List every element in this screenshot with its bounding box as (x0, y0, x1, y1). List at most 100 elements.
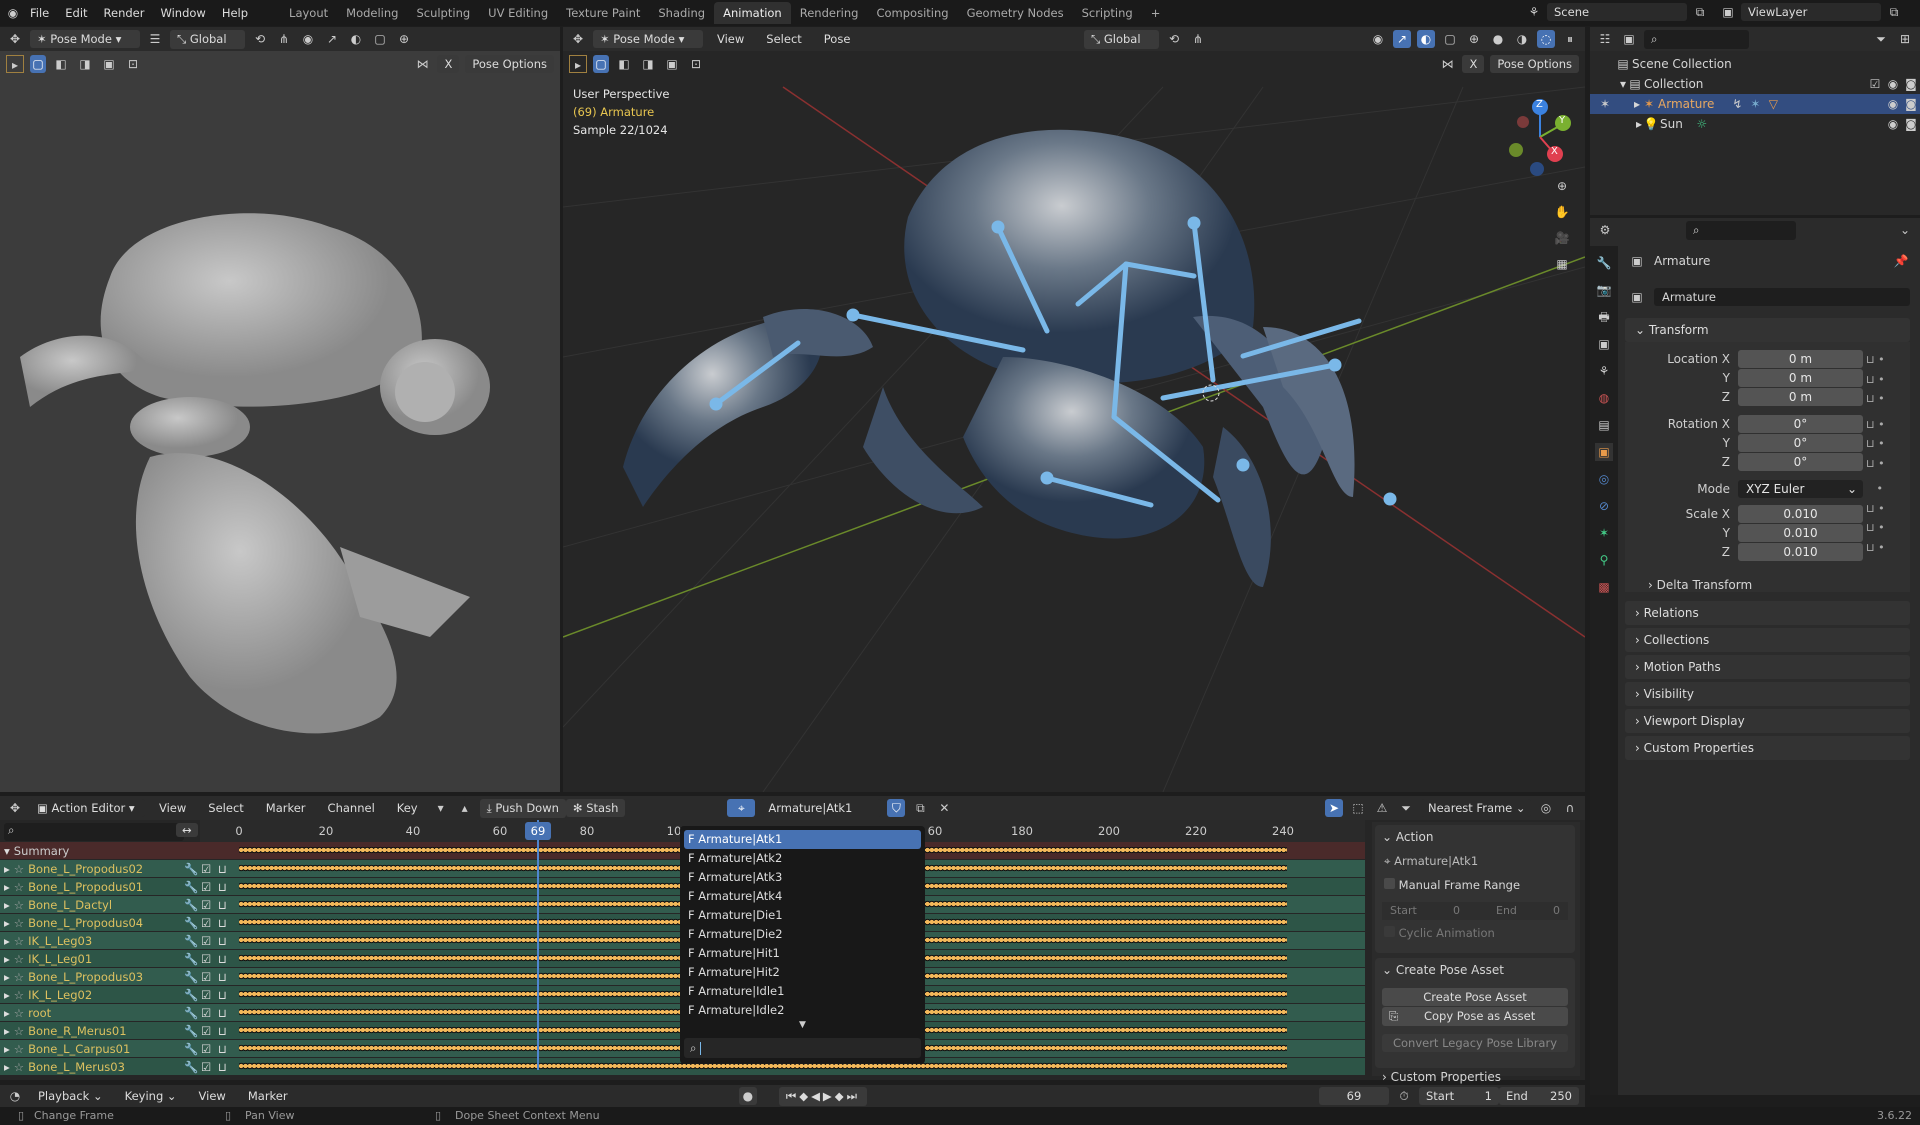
view-layer-selector[interactable]: ViewLayer (1741, 3, 1881, 21)
copy-view-layer-icon[interactable]: ⧉ (1885, 3, 1903, 21)
camera-view-icon[interactable]: 🎥 (1553, 229, 1571, 247)
select-subtract-icon[interactable]: ◨ (639, 55, 657, 73)
options-chevron-icon[interactable]: ⌄ (1896, 221, 1914, 239)
lock-icon[interactable]: ⊔ • (1866, 538, 1906, 558)
menu-pose[interactable]: Pose (816, 32, 859, 46)
mute-checkbox-icon[interactable]: ☑ (201, 898, 218, 912)
scene-selector[interactable]: Scene (1547, 3, 1687, 21)
scroll-down-arrow-icon[interactable]: ▼ (684, 1020, 921, 1030)
action-name-field[interactable]: Armature|Atk1 (761, 799, 882, 817)
menu-select[interactable]: Select (758, 32, 809, 46)
properties-search-input[interactable]: ⌕ (1686, 220, 1796, 240)
lock-icon[interactable]: ⊔ (218, 1042, 235, 1056)
navigation-gizmo[interactable]: Z Y X (1503, 92, 1583, 182)
keyframe-dot-icon[interactable]: • (1866, 479, 1906, 499)
playhead[interactable] (537, 820, 539, 1070)
next-keyframe-icon[interactable]: ◆ (835, 1089, 847, 1103)
record-icon[interactable]: ● (738, 1087, 757, 1105)
pin-icon[interactable]: 📌 (1892, 252, 1910, 270)
tab-layout[interactable]: Layout (280, 2, 337, 24)
pause-render-icon[interactable]: ⏸ (1561, 30, 1579, 48)
editor-type-icon[interactable]: ✥ (6, 799, 24, 817)
outliner-collection[interactable]: ▾ ▤ Collection ☑ ◉ ◙ (1590, 74, 1920, 94)
action-list-item[interactable]: F Armature|Hit1 (684, 944, 921, 963)
left-viewport[interactable]: ✥ ✶ Pose Mode ▾ ☰ ⤡ Global ⟲ ⋔ ◉ ↗ ◐ ▢ ⊕… (0, 27, 560, 792)
mute-checkbox-icon[interactable]: ☑ (201, 1024, 218, 1038)
action-search-input[interactable]: ⌕ (684, 1038, 921, 1058)
add-workspace-icon[interactable]: + (1142, 2, 1170, 24)
menu-key[interactable]: Key (389, 801, 426, 815)
lock-icon[interactable]: ⊔ (218, 1060, 235, 1074)
lock-icon[interactable]: ⊔ • (1866, 370, 1906, 390)
mute-checkbox-icon[interactable]: ☑ (201, 1060, 218, 1074)
expand-arrow-icon[interactable]: ▸ (0, 1024, 14, 1038)
action-list-item[interactable]: F Armature|Atk1 (684, 830, 921, 849)
expand-arrow-icon[interactable]: ▸ (0, 988, 14, 1002)
visibility-icon[interactable]: ◉ (299, 30, 317, 48)
mute-checkbox-icon[interactable]: ☑ (201, 970, 218, 984)
lock-icon[interactable]: ⊔ (218, 1024, 235, 1038)
menu-render[interactable]: Render (96, 6, 153, 20)
tab-geometry-nodes[interactable]: Geometry Nodes (958, 2, 1073, 24)
bone-display-icon[interactable]: ↗ (323, 30, 341, 48)
object-name-field[interactable]: ▣ Armature (1628, 287, 1910, 307)
object-browse-icon[interactable]: ▣ (1628, 288, 1646, 306)
mute-checkbox-icon[interactable]: ☑ (201, 1006, 218, 1020)
current-frame-indicator[interactable]: 69 (525, 822, 551, 840)
modifier-wrench-icon[interactable]: 🔧 (184, 1042, 201, 1056)
cyclic-animation-checkbox[interactable]: Cyclic Animation (1384, 926, 1495, 940)
expand-arrow-icon[interactable]: ▸ (0, 862, 14, 876)
custom-properties-panel-header[interactable]: › Custom Properties (1625, 736, 1910, 760)
camera-icon[interactable]: ◙ (1902, 115, 1920, 133)
lock-icon[interactable]: ⊔ (218, 862, 235, 876)
convert-legacy-pose-library-button[interactable]: Convert Legacy Pose Library (1382, 1034, 1568, 1052)
rotation-y-field[interactable]: 0° (1738, 434, 1863, 452)
wireframe-icon[interactable]: ⊕ (395, 30, 413, 48)
layer-up-icon[interactable]: ▴ (456, 799, 474, 817)
viewport-display-panel-header[interactable]: › Viewport Display (1625, 709, 1910, 733)
lock-icon[interactable]: ⊔ (218, 1006, 235, 1020)
action-list-item[interactable]: F Armature|Idle1 (684, 982, 921, 1001)
lock-icon[interactable]: ⊔ • (1866, 389, 1906, 409)
menu-view[interactable]: View (151, 801, 194, 815)
pose-options-dropdown[interactable]: Pose Options (465, 55, 554, 73)
menu-help[interactable]: Help (214, 6, 256, 20)
jump-start-icon[interactable]: ⏮ (786, 1089, 799, 1103)
lock-icon[interactable]: ⊔ (218, 934, 235, 948)
mode-dropdown[interactable]: ✶ Pose Mode ▾ (30, 30, 140, 48)
modifier-wrench-icon[interactable]: 🔧 (184, 1060, 201, 1074)
copy-scene-icon[interactable]: ⧉ (1691, 3, 1709, 21)
view-layer-icon[interactable]: ▣ (1719, 3, 1737, 21)
tab-scripting[interactable]: Scripting (1073, 2, 1142, 24)
action-list-item[interactable]: F Armature|Idle2 (684, 1001, 921, 1020)
mute-checkbox-icon[interactable]: ☑ (201, 880, 218, 894)
pivot-icon[interactable]: ⟲ (251, 30, 269, 48)
snap-icon[interactable]: ⋔ (275, 30, 293, 48)
mute-checkbox-icon[interactable]: ☑ (201, 862, 218, 876)
mute-checkbox-icon[interactable]: ☑ (201, 952, 218, 966)
display-mode-icon[interactable]: ▣ (1620, 30, 1638, 48)
bone-display-icon[interactable]: ↗ (1393, 30, 1411, 48)
xray-icon[interactable]: ▢ (1441, 30, 1459, 48)
filter-icon[interactable]: ⏷ (1397, 799, 1415, 817)
tab-texture-paint[interactable]: Texture Paint (557, 2, 649, 24)
copy-pose-as-asset-button[interactable]: ⎘ Copy Pose as Asset (1382, 1007, 1568, 1026)
lock-icon[interactable]: ⊔ (218, 970, 235, 984)
action-panel-header[interactable]: ⌄ Action (1382, 830, 1433, 844)
modifier-wrench-icon[interactable]: 🔧 (184, 988, 201, 1002)
push-down-button[interactable]: ⤓ Push Down (479, 798, 566, 818)
checkbox-icon[interactable] (1384, 926, 1395, 937)
expand-arrow-icon[interactable]: ▸ (0, 898, 14, 912)
menu-marker[interactable]: Marker (240, 1089, 296, 1103)
scale-y-field[interactable]: 0.010 (1738, 524, 1863, 542)
select-tool-icon[interactable]: ▸ (6, 55, 24, 73)
select-invert-icon[interactable]: ▣ (663, 55, 681, 73)
rotation-mode-dropdown[interactable]: XYZ Euler ⌄ (1738, 480, 1863, 498)
scene-icon[interactable]: ⚘ (1525, 3, 1543, 21)
select-subtract-icon[interactable]: ◨ (76, 55, 94, 73)
rotation-x-field[interactable]: 0° (1738, 415, 1863, 433)
eye-icon[interactable]: ◉ (1884, 75, 1902, 93)
select-intersect-icon[interactable]: ⊡ (124, 55, 142, 73)
orientation-dropdown[interactable]: ⤡ Global (1084, 29, 1159, 49)
xray-icon[interactable]: ▢ (371, 30, 389, 48)
